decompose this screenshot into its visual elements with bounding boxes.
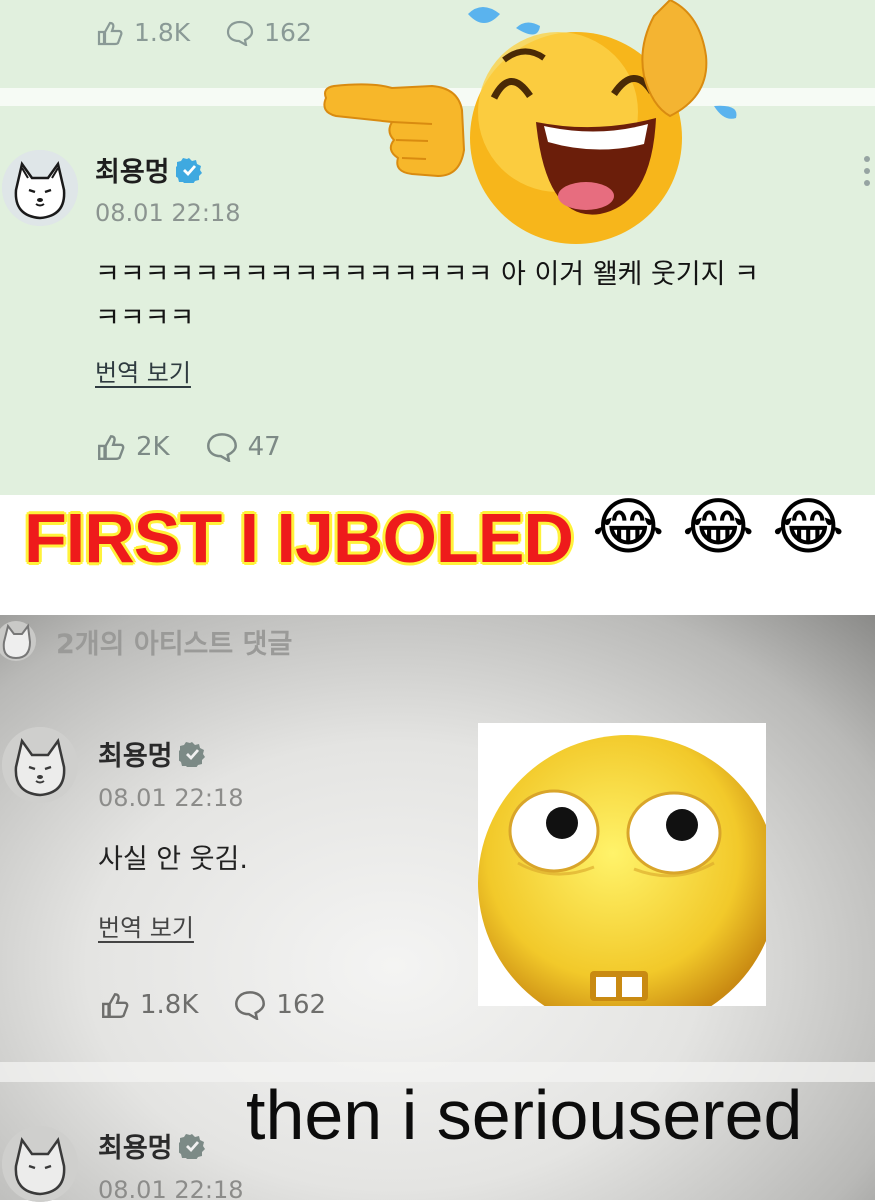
comment-timestamp: 08.01 22:18: [98, 784, 244, 812]
avatar[interactable]: [2, 150, 78, 226]
tears-of-joy-emoji-icon: 😂: [772, 490, 845, 563]
verified-badge-icon: [178, 1133, 205, 1159]
comment-author[interactable]: 최용멍: [98, 1126, 205, 1165]
tears-of-joy-emoji-icon: 😂: [682, 490, 755, 563]
comment-author[interactable]: 최용멍: [95, 150, 202, 189]
comment-text-line: ㅋㅋㅋㅋ: [95, 303, 195, 334]
like-count: 1.8K: [134, 18, 191, 47]
tears-of-joy-emoji-icon: 😂: [592, 490, 665, 563]
reply-count: 47: [247, 432, 281, 462]
comment-stats: 2K 47: [96, 432, 303, 462]
comment-text-line: ㅋㅋㅋㅋㅋㅋㅋㅋㅋㅋㅋㅋㅋㅋㅋㅋ 아 이거 왤케 웃기지 ㅋ: [95, 259, 759, 290]
avatar[interactable]: [2, 1126, 78, 1202]
laughing-emoji-sticker: [323, 0, 737, 244]
reply-count: 162: [276, 990, 327, 1020]
like-icon[interactable]: [100, 991, 130, 1019]
previous-comment-stats: 1.8K 162: [96, 18, 334, 47]
reply-icon[interactable]: [234, 990, 266, 1020]
comment-text: 사실 안 웃김.: [98, 844, 248, 875]
like-icon[interactable]: [96, 20, 124, 46]
reply-count: 162: [264, 18, 312, 47]
pointing-hand-icon: [323, 83, 466, 178]
like-count: 2K: [136, 432, 170, 462]
comment-stats: 1.8K 162: [100, 990, 348, 1020]
comment-author[interactable]: 최용멍: [98, 734, 205, 773]
laughing-emoji-icon: [468, 0, 737, 244]
caption-then-text: then i seriousered: [246, 1076, 803, 1154]
wide-eyed-emoji-image: [478, 723, 766, 1006]
caption-first-text: FIRST I IJBOLED: [24, 499, 574, 577]
dog-avatar-icon: [2, 727, 78, 803]
artist-comments-header[interactable]: 2개의 아티스트 댓글: [0, 620, 292, 662]
like-icon[interactable]: [96, 433, 126, 461]
verified-badge-icon: [175, 157, 202, 183]
avatar[interactable]: [2, 727, 78, 803]
like-count: 1.8K: [140, 990, 199, 1020]
more-options-icon[interactable]: [864, 156, 872, 192]
translate-link[interactable]: 번역 보기: [98, 908, 194, 943]
verified-badge-icon: [178, 741, 205, 767]
dog-avatar-icon: [0, 621, 36, 661]
comment-timestamp: 08.01 22:18: [95, 199, 241, 227]
wide-eyed-emoji-icon: [478, 735, 766, 1006]
translate-link[interactable]: 번역 보기: [95, 353, 191, 388]
dog-avatar-icon: [2, 1126, 78, 1202]
dog-avatar-icon: [2, 150, 78, 226]
comment-text: ㅋㅋㅋㅋㅋㅋㅋㅋㅋㅋㅋㅋㅋㅋㅋㅋ 아 이거 왤케 웃기지 ㅋ ㅋㅋㅋㅋ: [95, 253, 759, 341]
reply-icon[interactable]: [226, 20, 254, 46]
reply-icon[interactable]: [206, 432, 238, 462]
